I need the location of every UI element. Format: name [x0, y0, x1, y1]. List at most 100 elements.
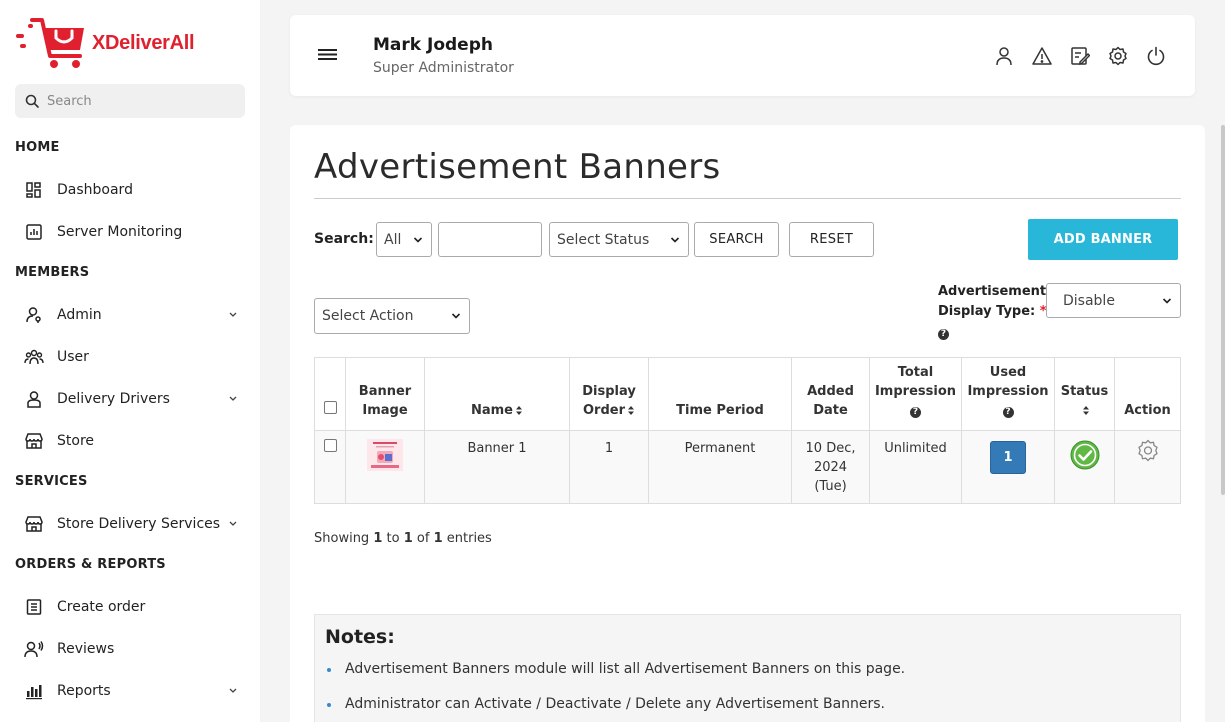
sidebar-item-dashboard[interactable]: Dashboard [15, 175, 245, 205]
note-item: Advertisement Banners module will list a… [326, 661, 906, 677]
col-status[interactable]: Status [1054, 357, 1115, 431]
sort-icon [1082, 406, 1089, 415]
hamburger-menu-icon[interactable] [318, 49, 338, 61]
search-field-select[interactable]: All [376, 222, 432, 257]
power-icon[interactable] [1145, 45, 1167, 67]
chevron-down-icon [670, 236, 680, 243]
sidebar-item-label: Store Delivery Services [57, 516, 221, 532]
cart-logo-icon [16, 18, 84, 68]
select-all-checkbox[interactable] [323, 401, 337, 414]
sidebar-item-reviews[interactable]: Reviews [15, 634, 245, 664]
help-icon[interactable]: ? [1002, 407, 1014, 418]
sidebar-item-store[interactable]: Store [15, 426, 245, 456]
driver-icon [23, 388, 45, 410]
col-name[interactable]: Name [424, 357, 570, 431]
banner-total-impression: Unlimited [869, 430, 962, 504]
display-type-help[interactable]: ? [938, 323, 1047, 343]
banner-added-date: 10 Dec, 2024 (Tue) [791, 430, 870, 504]
showing-prefix: Showing [314, 531, 370, 546]
bulk-action-select[interactable]: Select Action [314, 298, 470, 334]
search-label: Search: [314, 231, 374, 247]
sidebar-item-label: Delivery Drivers [57, 391, 170, 407]
edit-note-icon[interactable] [1069, 45, 1091, 67]
notes-panel: Notes: Advertisement Banners module will… [314, 614, 1181, 722]
col-display-order[interactable]: Display Order [569, 357, 649, 431]
note-item: Administrator can Activate / Deactivate … [326, 696, 886, 712]
chevron-down-icon [229, 396, 237, 401]
sidebar-item-reports[interactable]: Reports [15, 676, 245, 706]
col-total-impression-label: Total Impression [874, 365, 957, 399]
brand-name: XDeliverAll [92, 31, 195, 54]
added-date-day: 10 Dec, [805, 441, 856, 456]
user-icon[interactable] [993, 45, 1015, 67]
dashboard-icon [23, 179, 45, 201]
banner-display-order: 1 [569, 430, 649, 504]
showing-to: 1 [403, 531, 413, 546]
showing-suffix: entries [446, 531, 492, 546]
notes-title: Notes: [325, 626, 395, 648]
chevron-down-icon [451, 313, 461, 319]
col-added-date: Added Date [791, 357, 870, 431]
sidebar-item-label: Create order [57, 599, 146, 615]
settings-icon[interactable] [1136, 439, 1160, 463]
nav-section-members: MEMBERS [15, 265, 90, 280]
added-date-weekday: (Tue) [814, 479, 847, 494]
showing-from: 1 [373, 531, 383, 546]
title-divider [314, 198, 1181, 199]
pagination-info: Showing 1 to 1 of 1 entries [314, 531, 492, 546]
main-content: Advertisement Banners Search: All Select… [290, 125, 1205, 722]
sidebar-item-create-order[interactable]: Create order [15, 592, 245, 622]
user-voice-icon [23, 638, 45, 660]
sidebar-item-label: Dashboard [57, 182, 133, 198]
banner-status-cell [1054, 430, 1115, 504]
search-button[interactable]: SEARCH [694, 222, 779, 257]
row-checkbox[interactable] [323, 439, 337, 452]
warning-icon[interactable] [1031, 45, 1053, 67]
chevron-down-icon [229, 312, 237, 317]
sidebar-item-label: Admin [57, 307, 102, 323]
header-actions [993, 45, 1167, 67]
sidebar-item-user[interactable]: User [15, 342, 245, 372]
sidebar-search-input[interactable] [47, 93, 227, 109]
col-used-impression: Used Impression? [961, 357, 1055, 431]
display-type-value: Disable [1063, 292, 1115, 309]
sidebar-item-label: Reviews [57, 641, 115, 657]
status-select[interactable]: Select Status [549, 222, 689, 257]
used-impression-badge[interactable]: 1 [990, 441, 1026, 474]
display-type-label-text: Display Type: [938, 304, 1036, 319]
search-keyword-input[interactable] [438, 222, 542, 257]
display-type-select[interactable]: Disable [1046, 283, 1181, 318]
sidebar-item-delivery-drivers[interactable]: Delivery Drivers [15, 384, 245, 414]
active-status-icon[interactable] [1070, 440, 1100, 470]
top-header: Mark Jodeph Super Administrator [290, 15, 1195, 96]
col-action: Action [1114, 357, 1181, 431]
sidebar-item-server-monitoring[interactable]: Server Monitoring [15, 217, 245, 247]
user-key-icon [23, 304, 45, 326]
chart-board-icon [23, 221, 45, 243]
col-time-period: Time Period [648, 357, 792, 431]
page-scrollbar[interactable] [1221, 125, 1225, 495]
bulk-action-value: Select Action [322, 308, 414, 324]
sidebar-item-admin[interactable]: Admin [15, 300, 245, 330]
sidebar-search[interactable] [15, 84, 245, 118]
showing-of-word: of [416, 531, 430, 546]
banner-name: Banner 1 [424, 430, 570, 504]
sidebar-item-label: Reports [57, 683, 111, 699]
display-type-label-line1: Advertisement [938, 284, 1047, 299]
search-field-value: All [384, 231, 402, 248]
sidebar-item-label: Server Monitoring [57, 224, 183, 240]
settings-icon[interactable] [1107, 45, 1129, 67]
sidebar-item-store-delivery-services[interactable]: Store Delivery Services [15, 509, 245, 539]
help-icon: ? [938, 328, 949, 340]
order-list-icon [23, 596, 45, 618]
status-select-value: Select Status [557, 231, 650, 248]
banner-thumbnail[interactable] [367, 439, 403, 471]
users-group-icon [23, 346, 45, 368]
chevron-down-icon [229, 688, 237, 693]
brand-logo[interactable]: XDeliverAll [14, 14, 195, 72]
col-status-label: Status [1060, 384, 1109, 399]
add-banner-button[interactable]: ADD BANNER [1028, 219, 1178, 260]
showing-to-word: to [386, 531, 400, 546]
help-icon[interactable]: ? [910, 407, 921, 418]
reset-button[interactable]: RESET [789, 222, 874, 257]
